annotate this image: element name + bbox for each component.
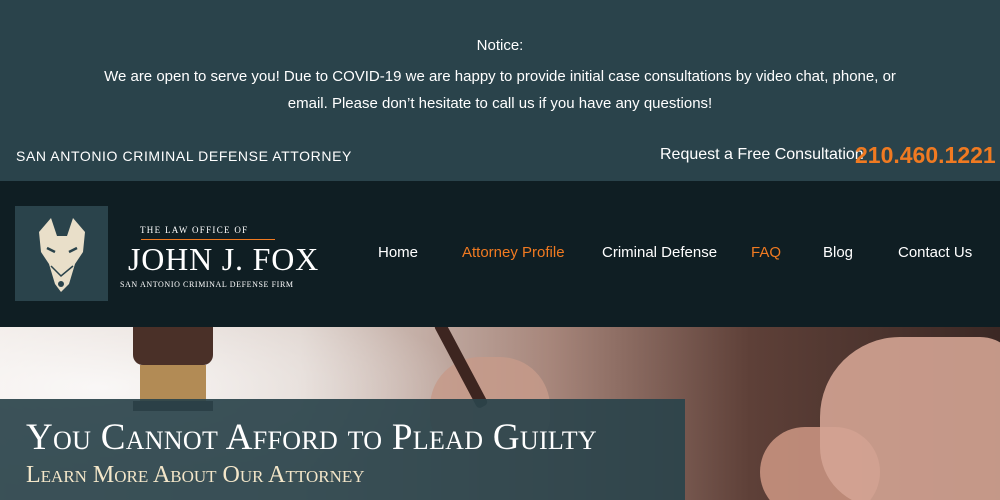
- gavel-band: [140, 365, 206, 401]
- notice-title: Notice:: [476, 37, 524, 54]
- hero-headline: You Cannot Afford to Plead Guilty: [26, 417, 597, 458]
- nav-item-contact-us[interactable]: Contact Us: [898, 244, 972, 261]
- logo-divider: [141, 239, 275, 240]
- nav-item-attorney-profile[interactable]: Attorney Profile: [462, 244, 565, 261]
- logo-small-line: THE LAW OFFICE OF: [140, 225, 249, 235]
- request-consultation-link[interactable]: Request a Free Consultation: [660, 146, 864, 164]
- nav-item-blog[interactable]: Blog: [823, 244, 853, 261]
- top-contact-strip: SAN ANTONIO CRIMINAL DEFENSE ATTORNEY Re…: [0, 132, 1000, 181]
- hero-banner: You Cannot Afford to Plead Guilty Learn …: [0, 327, 1000, 500]
- gavel-image: [133, 327, 213, 365]
- fox-head-icon[interactable]: [15, 206, 108, 301]
- covid-notice-banner: Notice: We are open to serve you! Due to…: [0, 0, 1000, 132]
- site-tagline: SAN ANTONIO CRIMINAL DEFENSE ATTORNEY: [16, 148, 352, 164]
- learn-more-attorney-link[interactable]: Learn More About Our Attorney: [26, 462, 365, 489]
- nav-item-faq[interactable]: FAQ: [751, 244, 781, 261]
- nav-item-criminal-defense[interactable]: Criminal Defense: [602, 244, 717, 261]
- clasped-hands-image-2: [820, 337, 1000, 500]
- nav-item-home[interactable]: Home: [378, 244, 418, 261]
- logo-subline: SAN ANTONIO CRIMINAL DEFENSE FIRM: [120, 280, 294, 289]
- notice-message: We are open to serve you! Due to COVID-1…: [104, 68, 896, 112]
- phone-number-link[interactable]: 210.460.1221: [855, 142, 996, 169]
- main-navigation-bar: THE LAW OFFICE OF JOHN J. FOX SAN ANTONI…: [0, 181, 1000, 327]
- hero-text-panel: You Cannot Afford to Plead Guilty Learn …: [0, 399, 685, 500]
- logo-firm-name: JOHN J. FOX: [128, 241, 320, 277]
